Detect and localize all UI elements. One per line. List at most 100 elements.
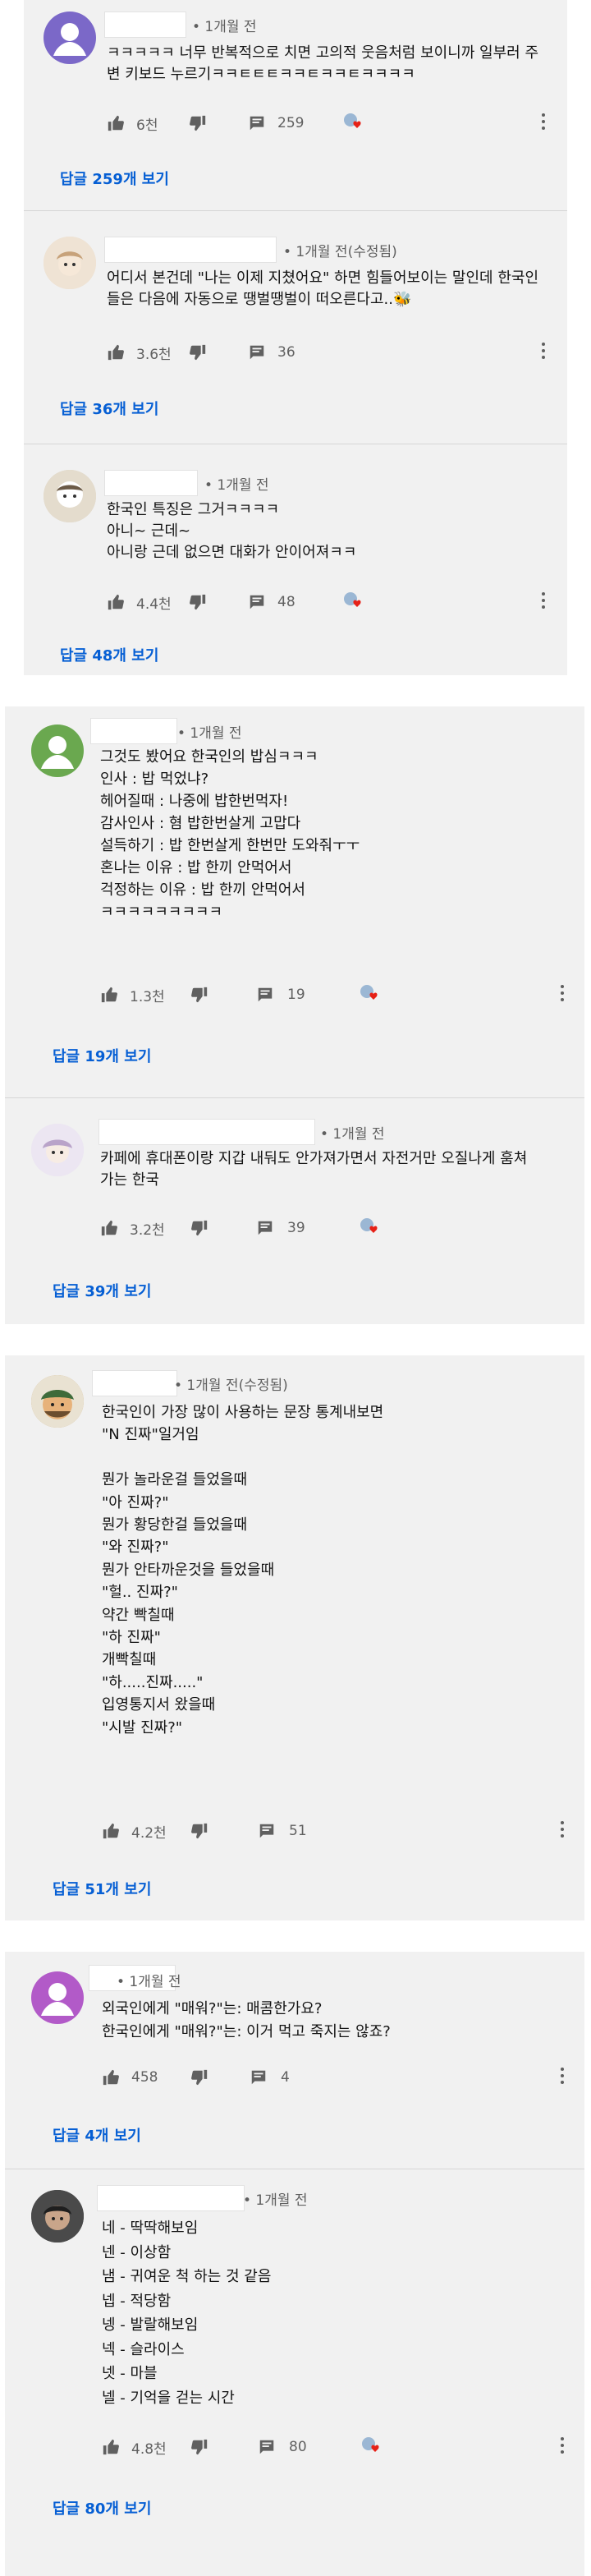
view-replies-link[interactable]: 답글 259개 보기 — [60, 168, 169, 189]
comment-icon — [250, 345, 264, 360]
reply-button[interactable]: 36 — [248, 340, 296, 365]
author-name-redacted[interactable] — [97, 2185, 245, 2211]
avatar[interactable] — [31, 1375, 84, 1428]
avatar[interactable] — [44, 470, 96, 522]
reply-button[interactable]: 19 — [256, 982, 305, 1007]
reply-button[interactable]: 39 — [256, 1216, 305, 1240]
more-vert-icon[interactable] — [541, 113, 546, 133]
view-replies-link[interactable]: 답글 39개 보기 — [53, 1280, 151, 1301]
like-count: 3.2천 — [130, 1221, 165, 1239]
thumbs-down-icon — [190, 115, 206, 131]
comment-card: • 1개월 전(수정됨) 한국인이 가장 많이 사용하는 문장 통계내보면 "N… — [5, 1355, 584, 1920]
comment-icon — [259, 2440, 274, 2454]
dislike-button[interactable] — [189, 111, 207, 136]
reply-button[interactable]: 51 — [258, 1819, 307, 1843]
reply-button[interactable]: 80 — [258, 2435, 307, 2459]
like-button[interactable]: 4.4천 — [107, 590, 172, 614]
author-name-redacted[interactable] — [92, 1370, 177, 1396]
author-name-redacted[interactable] — [104, 470, 198, 496]
creator-heart-icon — [362, 2437, 379, 2452]
thumbs-up-icon — [108, 115, 124, 131]
comment-time: • 1개월 전 — [243, 2192, 308, 2209]
reply-count: 39 — [287, 1220, 305, 1236]
avatar[interactable] — [31, 2190, 84, 2242]
like-button[interactable]: 3.2천 — [100, 1216, 165, 1240]
avatar[interactable] — [31, 1971, 84, 2024]
view-replies-link[interactable]: 답글 4개 보기 — [53, 2124, 141, 2146]
like-button[interactable]: 4.8천 — [102, 2435, 167, 2459]
creator-heart-icon — [344, 113, 361, 128]
reply-count: 80 — [289, 2439, 307, 2455]
comment-time: • 1개월 전 — [192, 19, 257, 35]
more-vert-icon[interactable] — [541, 343, 546, 362]
like-count: 4.4천 — [136, 596, 172, 613]
more-vert-icon[interactable] — [541, 592, 546, 612]
dislike-button[interactable] — [189, 590, 207, 614]
thumbs-up-icon — [103, 1823, 119, 1839]
like-count: 3.6천 — [136, 346, 172, 363]
creator-heart-icon — [344, 592, 361, 607]
comment-icon — [251, 2070, 266, 2085]
creator-heart-icon — [360, 1218, 378, 1233]
reply-count: 259 — [277, 115, 305, 131]
comment-icon — [250, 595, 264, 610]
divider — [24, 210, 567, 211]
comment-card: • 1개월 전 그것도 봤어요 한국인의 밥심ㅋㅋㅋ 인사 : 밥 먹었냐? 헤… — [5, 706, 584, 1324]
divider — [5, 1097, 584, 1098]
avatar[interactable] — [44, 237, 96, 289]
thumbs-down-icon — [191, 1823, 208, 1839]
reply-button[interactable]: 259 — [248, 111, 304, 136]
dislike-button[interactable] — [190, 982, 208, 1007]
more-vert-icon[interactable] — [560, 985, 565, 1005]
dislike-button[interactable] — [189, 340, 207, 365]
reply-button[interactable]: 4 — [250, 2065, 290, 2090]
dislike-button[interactable] — [190, 1216, 208, 1240]
author-name-redacted[interactable] — [104, 237, 277, 263]
creator-heart — [360, 1216, 383, 1240]
reply-button[interactable]: 48 — [248, 590, 296, 614]
like-button[interactable]: 4.2천 — [102, 1819, 167, 1843]
comment-text: 한국인이 가장 많이 사용하는 문장 통계내보면 "N 진짜"일거임 뭔가 놀라… — [102, 1404, 384, 1736]
comment-time: • 1개월 전(수정됨) — [174, 1378, 288, 1394]
view-replies-link[interactable]: 답글 36개 보기 — [60, 398, 158, 419]
comment-icon — [258, 987, 273, 1002]
author-name-redacted[interactable] — [98, 1119, 315, 1145]
comment-card: • 1개월 전 외국인에게 "매워?"는: 매콤한가요? 한국인에게 "매워?"… — [5, 1952, 584, 2576]
thumbs-down-icon — [190, 594, 206, 610]
comment-text: 카페에 휴대폰이랑 지갑 내둬도 안가져가면서 자전거만 오질나게 훔쳐 가는 … — [100, 1150, 528, 1189]
dislike-button[interactable] — [190, 2065, 208, 2090]
avatar[interactable] — [31, 1124, 84, 1176]
avatar[interactable] — [44, 12, 96, 64]
comment-icon — [258, 1221, 273, 1235]
like-button[interactable]: 1.3천 — [100, 982, 165, 1007]
like-count: 4.8천 — [131, 2440, 167, 2458]
more-vert-icon[interactable] — [560, 2068, 565, 2087]
reply-count: 51 — [289, 1823, 307, 1839]
dislike-button[interactable] — [190, 1819, 208, 1843]
view-replies-link[interactable]: 답글 51개 보기 — [53, 1878, 151, 1899]
thumbs-up-icon — [101, 1220, 117, 1236]
comment-time: • 1개월 전 — [177, 725, 242, 742]
comment-text: ㅋㅋㅋㅋㅋ 너무 반복적으로 치면 고의적 웃음처럼 보이니까 일부러 주 변 … — [107, 44, 539, 83]
comment-text: 외국인에게 "매워?"는: 매콤한가요? 한국인에게 "매워?"는: 이거 먹고… — [102, 2000, 391, 2040]
thumbs-up-icon — [108, 344, 124, 361]
view-replies-link[interactable]: 답글 80개 보기 — [53, 2497, 151, 2518]
thumbs-down-icon — [190, 344, 206, 361]
like-button[interactable]: 3.6천 — [107, 340, 172, 365]
comment-text: 네 - 딱딱해보임 넨 - 이상함 냄 - 귀여운 척 하는 것 같음 넵 - … — [102, 2220, 272, 2407]
more-vert-icon[interactable] — [560, 1821, 565, 1841]
like-count: 4.2천 — [131, 1824, 167, 1842]
author-name-redacted[interactable] — [90, 718, 177, 744]
avatar[interactable] — [31, 724, 84, 777]
like-button[interactable]: 6천 — [107, 111, 158, 136]
view-replies-link[interactable]: 답글 19개 보기 — [53, 1045, 151, 1066]
more-vert-icon[interactable] — [560, 2437, 565, 2457]
thumbs-down-icon — [191, 987, 208, 1003]
view-replies-link[interactable]: 답글 48개 보기 — [60, 644, 158, 665]
comment-card: • 1개월 전 ㅋㅋㅋㅋㅋ 너무 반복적으로 치면 고의적 웃음처럼 보이니까 … — [24, 0, 567, 675]
comment-text: 그것도 봤어요 한국인의 밥심ㅋㅋㅋ 인사 : 밥 먹었냐? 헤어질때 : 나중… — [100, 748, 360, 921]
reply-count: 19 — [287, 987, 305, 1003]
like-button[interactable]: 458 — [102, 2065, 158, 2090]
author-name-redacted[interactable] — [104, 12, 186, 38]
dislike-button[interactable] — [190, 2435, 208, 2459]
